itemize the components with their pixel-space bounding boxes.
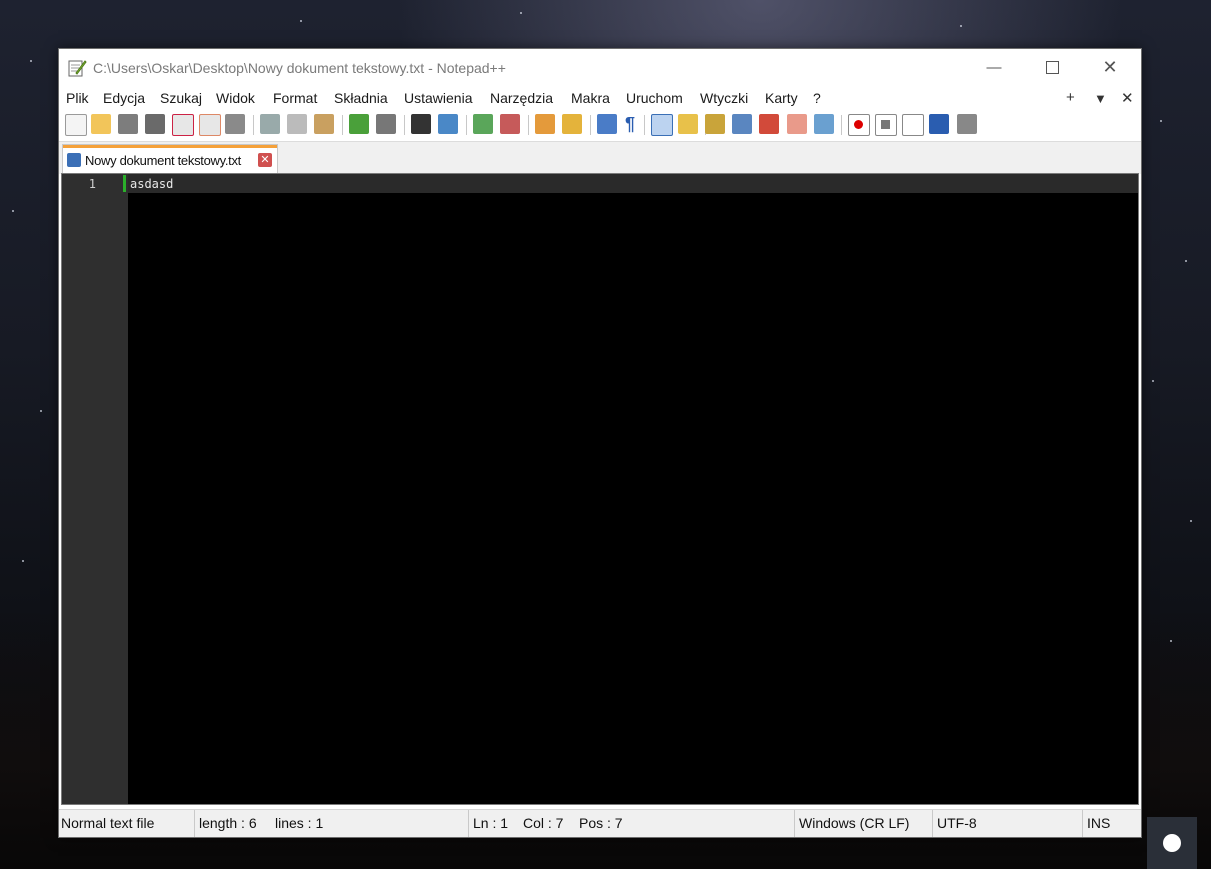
menu-karty[interactable]: Karty	[765, 90, 798, 106]
toolbar: ¶	[59, 111, 1141, 139]
zoom-out-icon[interactable]	[500, 114, 520, 134]
play-macro-icon[interactable]	[902, 114, 924, 136]
tab-label: Nowy dokument tekstowy.txt	[85, 153, 241, 168]
menu-uruchom[interactable]: Uruchom	[626, 90, 683, 106]
menu-help[interactable]: ?	[813, 90, 821, 106]
notepadpp-window: C:\Users\Oskar\Desktop\Nowy dokument tek…	[58, 48, 1142, 838]
open-file-icon[interactable]	[91, 114, 111, 134]
menu-widok[interactable]: Widok	[216, 90, 255, 106]
cursor-line: Ln : 1	[473, 815, 509, 831]
close-icon: ✕	[1102, 56, 1118, 77]
save-all-icon[interactable]	[145, 114, 165, 134]
save-macro-icon[interactable]	[957, 114, 977, 134]
zoom-in-icon[interactable]	[473, 114, 493, 134]
close-document-button[interactable]: ✕	[1121, 89, 1134, 107]
cursor-position: Pos : 7	[577, 810, 795, 837]
user-language-icon[interactable]	[678, 114, 698, 134]
folder-workspace-icon[interactable]	[787, 114, 807, 134]
print-icon[interactable]	[225, 114, 245, 134]
function-list-icon[interactable]	[759, 114, 779, 134]
menu-makra[interactable]: Makra	[571, 90, 610, 106]
paste-icon[interactable]	[314, 114, 334, 134]
new-file-icon[interactable]	[65, 114, 87, 136]
monitoring-icon[interactable]	[814, 114, 834, 134]
status-bar: Normal text file length : 6 lines : 1 Ln…	[59, 809, 1141, 837]
doc-list-icon[interactable]	[732, 114, 752, 134]
menu-bar: Plik Edycja Szukaj Widok Format Składnia…	[59, 87, 1141, 109]
change-history-marker	[123, 175, 126, 192]
copy-icon[interactable]	[287, 114, 307, 134]
typing-mode[interactable]: INS	[1085, 810, 1141, 837]
stop-record-icon[interactable]	[875, 114, 897, 136]
show-all-chars-icon[interactable]: ¶	[625, 114, 639, 134]
menu-edycja[interactable]: Edycja	[103, 90, 145, 106]
editor-area[interactable]: 1 asdasd	[61, 173, 1139, 805]
file-type: Normal text file	[59, 810, 195, 837]
close-file-icon[interactable]	[172, 114, 194, 136]
minimize-button[interactable]: —	[971, 49, 1017, 85]
tab-bar: Nowy dokument tekstowy.txt ✕	[59, 141, 1141, 174]
notepadpp-icon	[68, 60, 87, 77]
tab-nowy-dokument[interactable]: Nowy dokument tekstowy.txt ✕	[62, 144, 278, 174]
menu-skladnia[interactable]: Składnia	[334, 90, 388, 106]
undo-icon[interactable]	[349, 114, 369, 134]
line-number: 1	[88, 177, 96, 191]
menu-wtyczki[interactable]: Wtyczki	[700, 90, 748, 106]
doc-length: length : 6	[199, 815, 257, 831]
cursor-column: Col : 7	[523, 815, 564, 831]
tab-close-icon[interactable]: ✕	[258, 153, 272, 167]
title-bar[interactable]: C:\Users\Oskar\Desktop\Nowy dokument tek…	[59, 49, 1141, 87]
maximize-icon	[1045, 60, 1059, 74]
line-number-gutter: 1	[62, 174, 128, 804]
word-wrap-icon[interactable]	[597, 114, 617, 134]
tab-list-button[interactable]: ▼	[1094, 91, 1107, 106]
doc-lines: lines : 1	[273, 810, 469, 837]
sync-vertical-icon[interactable]	[535, 114, 555, 134]
menu-format[interactable]: Format	[273, 90, 317, 106]
sync-horizontal-icon[interactable]	[562, 114, 582, 134]
saved-file-icon	[67, 153, 81, 167]
indent-guide-icon[interactable]	[651, 114, 673, 136]
doc-map-icon[interactable]	[705, 114, 725, 134]
find-icon[interactable]	[411, 114, 431, 134]
window-title: C:\Users\Oskar\Desktop\Nowy dokument tek…	[93, 60, 506, 76]
cut-icon[interactable]	[260, 114, 280, 134]
save-icon[interactable]	[118, 114, 138, 134]
minimize-icon: —	[986, 58, 1002, 76]
record-macro-icon[interactable]	[848, 114, 870, 136]
taskbar-app-button[interactable]	[1147, 817, 1197, 869]
maximize-button[interactable]	[1029, 49, 1075, 85]
eol-format[interactable]: Windows (CR LF)	[797, 810, 933, 837]
redo-icon[interactable]	[376, 114, 396, 134]
close-button[interactable]: ✕	[1087, 49, 1133, 85]
app-tray-icon	[1163, 834, 1181, 852]
menu-plik[interactable]: Plik	[66, 90, 89, 106]
encoding[interactable]: UTF-8	[935, 810, 1083, 837]
text-line[interactable]: asdasd	[130, 177, 173, 191]
menu-szukaj[interactable]: Szukaj	[160, 90, 202, 106]
add-tab-button[interactable]: +	[1066, 89, 1075, 106]
close-all-icon[interactable]	[199, 114, 221, 136]
replace-icon[interactable]	[438, 114, 458, 134]
menu-narzedzia[interactable]: Narzędzia	[490, 90, 553, 106]
run-macro-multiple-icon[interactable]	[929, 114, 949, 134]
menu-ustawienia[interactable]: Ustawienia	[404, 90, 472, 106]
current-line-highlight	[128, 174, 1138, 193]
